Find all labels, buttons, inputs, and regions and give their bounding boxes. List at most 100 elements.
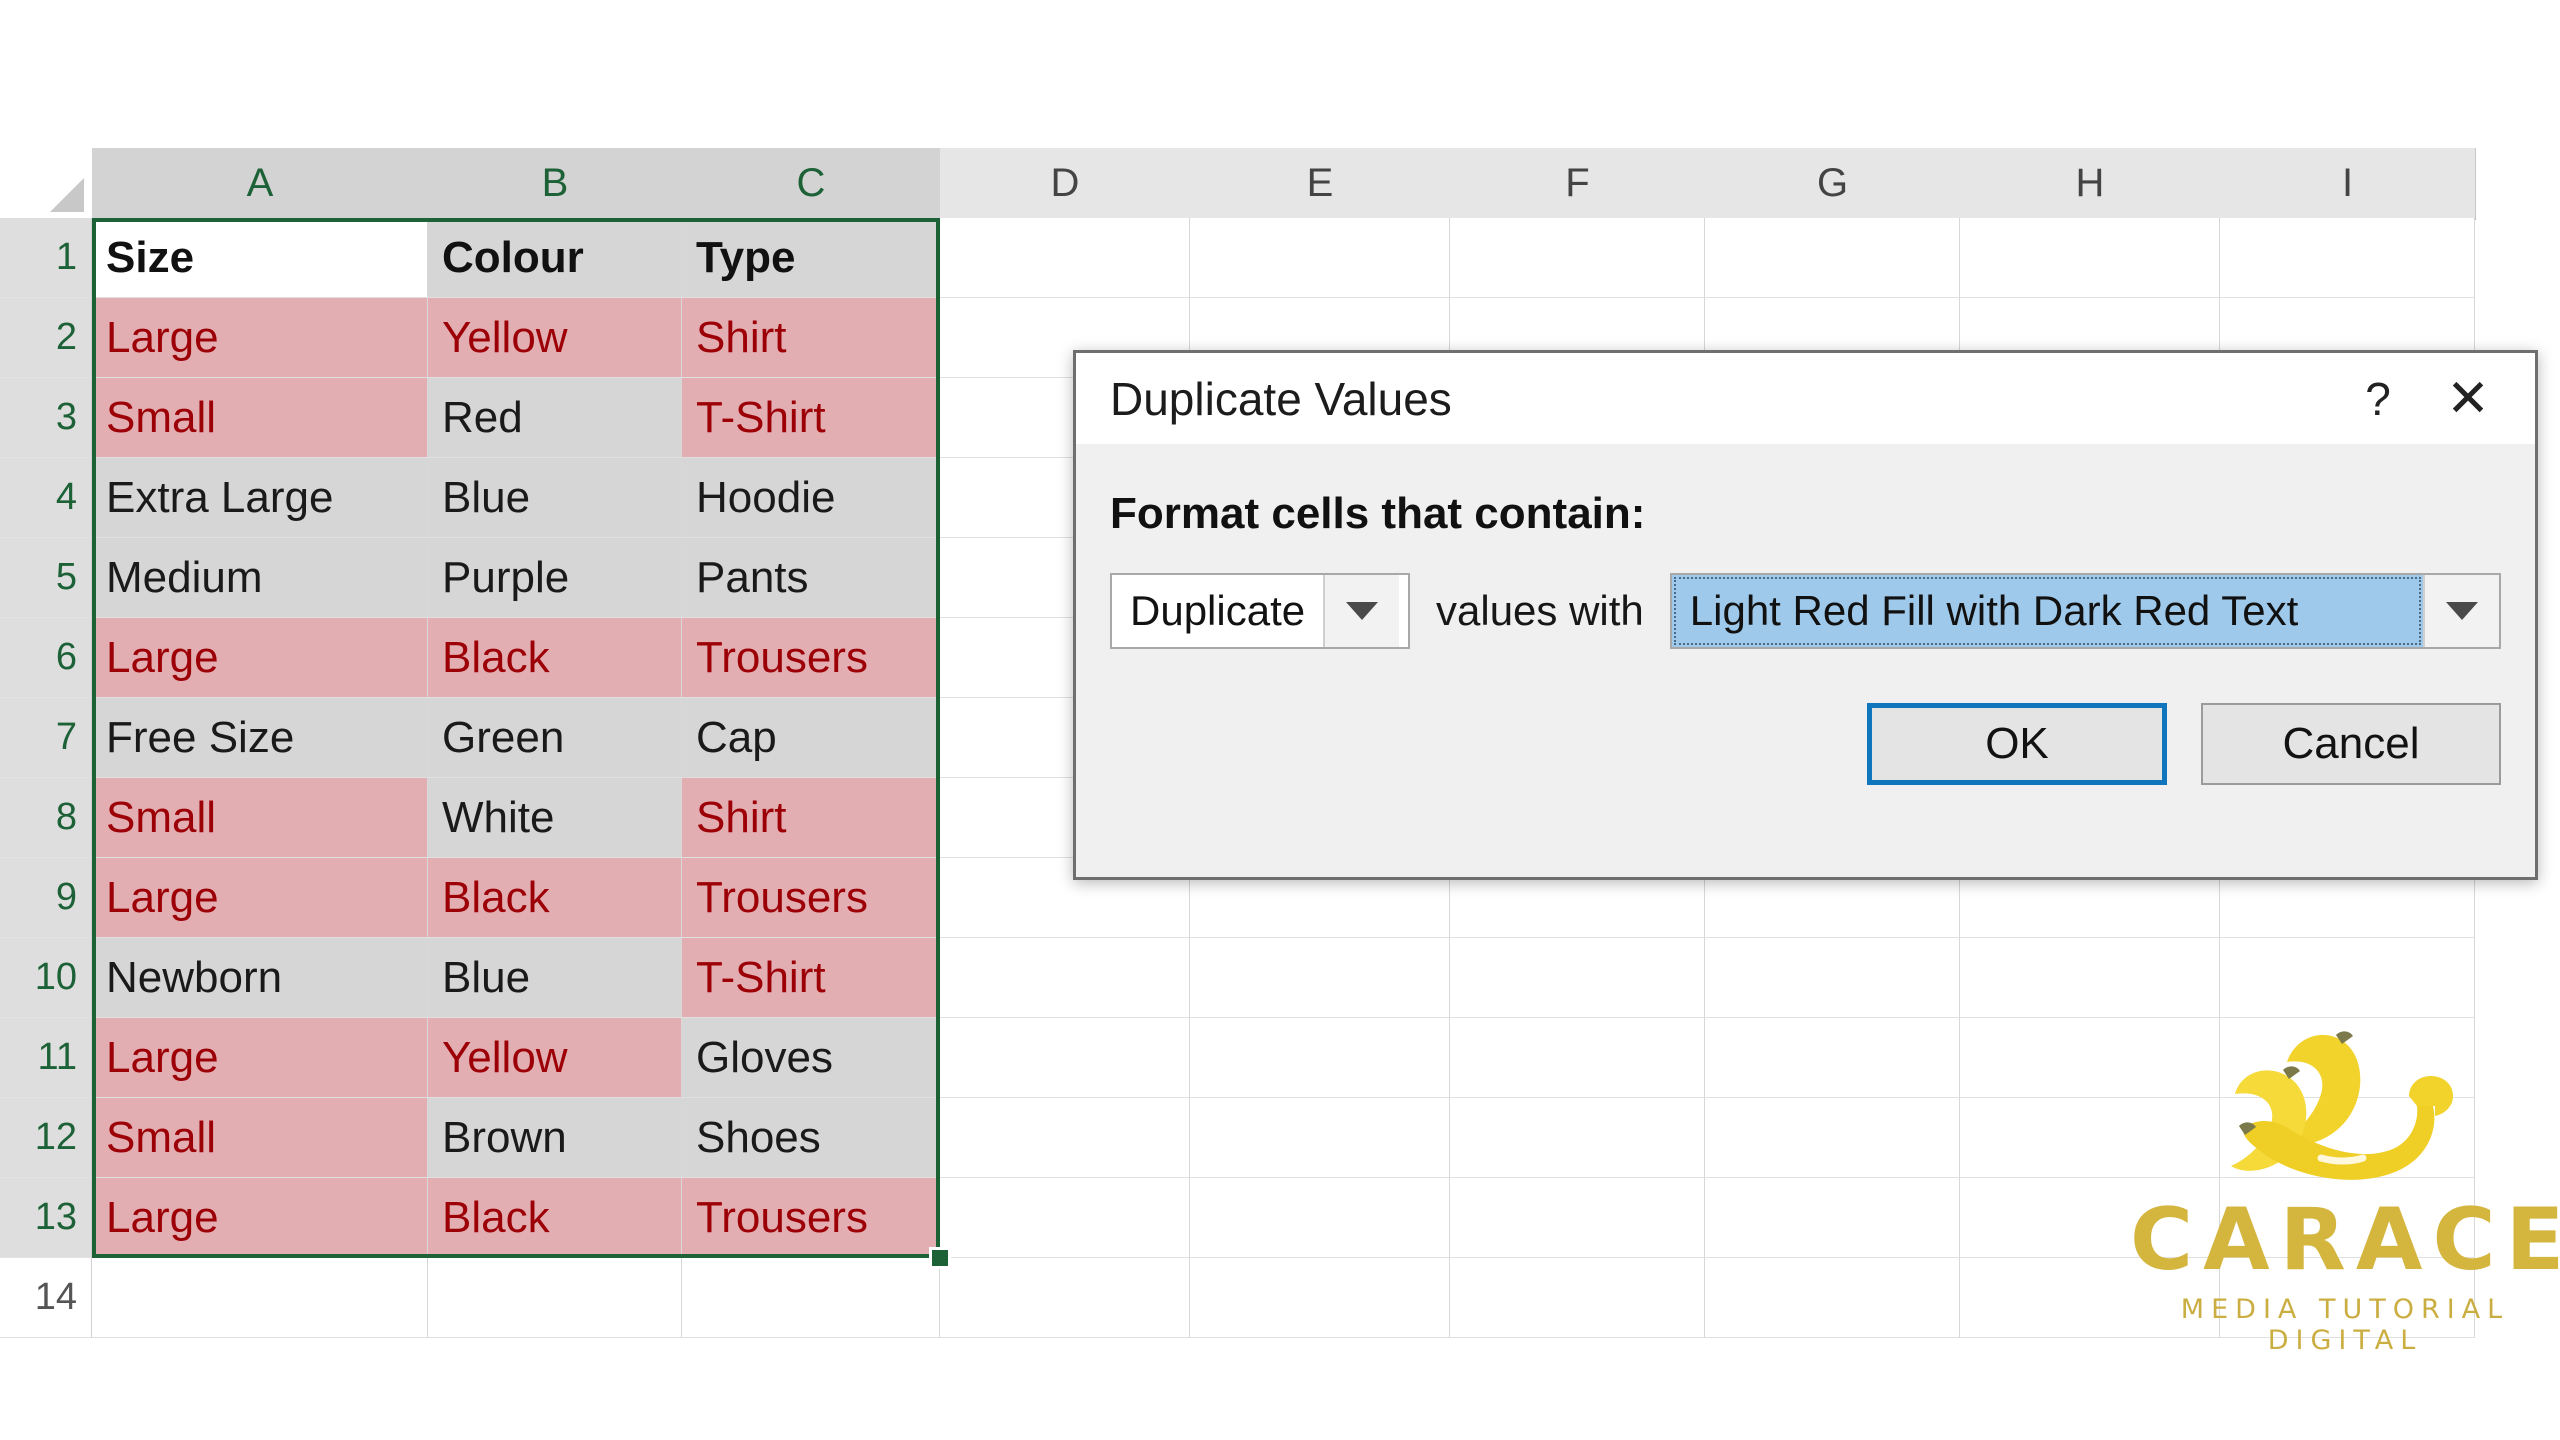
table-cell-empty[interactable] [1190, 1098, 1450, 1178]
table-cell-empty[interactable] [2220, 1258, 2475, 1338]
table-cell[interactable]: Newborn [92, 938, 428, 1018]
table-cell-empty[interactable] [2220, 218, 2475, 298]
table-cell[interactable] [682, 1258, 940, 1338]
ok-button[interactable]: OK [1867, 703, 2167, 785]
format-style-dropdown[interactable]: Light Red Fill with Dark Red Text [1669, 573, 2501, 649]
table-cell-empty[interactable] [940, 1258, 1190, 1338]
table-cell[interactable]: Purple [428, 538, 682, 618]
duplicate-kind-dropdown[interactable]: Duplicate [1110, 573, 1410, 649]
table-column-header-cell[interactable]: Type [682, 218, 940, 298]
table-cell-empty[interactable] [1705, 1098, 1960, 1178]
table-cell[interactable]: Cap [682, 698, 940, 778]
table-cell[interactable] [92, 1258, 428, 1338]
table-cell[interactable]: Shirt [682, 298, 940, 378]
table-cell[interactable]: Small [92, 778, 428, 858]
table-cell-empty[interactable] [2220, 1018, 2475, 1098]
table-cell[interactable]: Yellow [428, 1018, 682, 1098]
table-cell[interactable]: Large [92, 1178, 428, 1258]
table-cell-empty[interactable] [940, 1018, 1190, 1098]
row-header-6[interactable]: 6 [0, 618, 92, 698]
table-cell-empty[interactable] [1705, 1018, 1960, 1098]
row-header-12[interactable]: 12 [0, 1098, 92, 1178]
table-cell[interactable]: Black [428, 1178, 682, 1258]
format-style-dropdown-button[interactable] [2423, 575, 2499, 647]
row-header-4[interactable]: 4 [0, 458, 92, 538]
table-cell-empty[interactable] [1450, 1098, 1705, 1178]
table-cell-empty[interactable] [1190, 218, 1450, 298]
table-cell[interactable]: Hoodie [682, 458, 940, 538]
table-column-header-cell[interactable]: Size [92, 218, 428, 298]
table-cell-empty[interactable] [2220, 1178, 2475, 1258]
row-header-13[interactable]: 13 [0, 1178, 92, 1258]
cancel-button[interactable]: Cancel [2201, 703, 2501, 785]
table-cell-empty[interactable] [1960, 938, 2220, 1018]
table-cell[interactable]: T-Shirt [682, 378, 940, 458]
row-header-8[interactable]: 8 [0, 778, 92, 858]
table-cell-empty[interactable] [1450, 1018, 1705, 1098]
row-header-5[interactable]: 5 [0, 538, 92, 618]
table-cell[interactable]: Extra Large [92, 458, 428, 538]
table-cell[interactable]: Large [92, 1018, 428, 1098]
table-cell-empty[interactable] [2220, 938, 2475, 1018]
row-header-10[interactable]: 10 [0, 938, 92, 1018]
table-cell[interactable]: Blue [428, 938, 682, 1018]
column-header-i[interactable]: I [2220, 148, 2476, 220]
row-header-2[interactable]: 2 [0, 298, 92, 378]
table-cell-empty[interactable] [1190, 1018, 1450, 1098]
table-cell-empty[interactable] [1450, 1258, 1705, 1338]
column-header-e[interactable]: E [1190, 148, 1451, 220]
table-cell-empty[interactable] [1705, 1258, 1960, 1338]
table-cell[interactable]: Brown [428, 1098, 682, 1178]
dialog-title-bar[interactable]: Duplicate Values ? ✕ [1076, 353, 2535, 445]
table-cell[interactable]: Yellow [428, 298, 682, 378]
table-cell-empty[interactable] [1960, 1018, 2220, 1098]
table-cell[interactable] [428, 1258, 682, 1338]
column-header-f[interactable]: F [1450, 148, 1706, 220]
table-cell-empty[interactable] [1960, 1178, 2220, 1258]
table-cell-empty[interactable] [1190, 1258, 1450, 1338]
table-cell-empty[interactable] [1450, 218, 1705, 298]
table-cell[interactable]: T-Shirt [682, 938, 940, 1018]
table-cell[interactable]: Red [428, 378, 682, 458]
table-cell-empty[interactable] [1705, 938, 1960, 1018]
column-header-c[interactable]: C [682, 148, 941, 222]
table-cell[interactable]: Trousers [682, 618, 940, 698]
column-header-h[interactable]: H [1960, 148, 2221, 220]
table-cell[interactable]: Small [92, 378, 428, 458]
table-cell[interactable]: Gloves [682, 1018, 940, 1098]
table-cell-empty[interactable] [940, 1178, 1190, 1258]
table-cell-empty[interactable] [1450, 1178, 1705, 1258]
close-icon[interactable]: ✕ [2423, 364, 2513, 434]
table-cell-empty[interactable] [940, 1098, 1190, 1178]
help-icon[interactable]: ? [2333, 364, 2423, 434]
table-column-header-cell[interactable]: Colour [428, 218, 682, 298]
column-header-g[interactable]: G [1705, 148, 1961, 220]
row-header-3[interactable]: 3 [0, 378, 92, 458]
table-cell[interactable]: Pants [682, 538, 940, 618]
table-cell[interactable]: Medium [92, 538, 428, 618]
table-cell[interactable]: White [428, 778, 682, 858]
select-all-corner[interactable] [0, 148, 93, 219]
table-cell-empty[interactable] [1450, 938, 1705, 1018]
duplicate-kind-dropdown-button[interactable] [1323, 575, 1400, 647]
table-cell-empty[interactable] [940, 938, 1190, 1018]
table-cell[interactable]: Shoes [682, 1098, 940, 1178]
table-cell[interactable]: Trousers [682, 858, 940, 938]
table-cell-empty[interactable] [2220, 1098, 2475, 1178]
row-header-7[interactable]: 7 [0, 698, 92, 778]
column-header-b[interactable]: B [428, 148, 683, 222]
row-header-9[interactable]: 9 [0, 858, 92, 938]
table-cell[interactable]: Green [428, 698, 682, 778]
table-cell[interactable]: Large [92, 618, 428, 698]
table-cell-empty[interactable] [1705, 218, 1960, 298]
selection-fill-handle[interactable] [929, 1247, 951, 1269]
table-cell[interactable]: Black [428, 618, 682, 698]
table-cell[interactable]: Small [92, 1098, 428, 1178]
column-header-d[interactable]: D [940, 148, 1191, 220]
table-cell-empty[interactable] [1190, 1178, 1450, 1258]
table-cell[interactable]: Large [92, 298, 428, 378]
table-cell[interactable]: Large [92, 858, 428, 938]
table-cell-empty[interactable] [1960, 1098, 2220, 1178]
table-cell[interactable]: Black [428, 858, 682, 938]
table-cell-empty[interactable] [1960, 218, 2220, 298]
